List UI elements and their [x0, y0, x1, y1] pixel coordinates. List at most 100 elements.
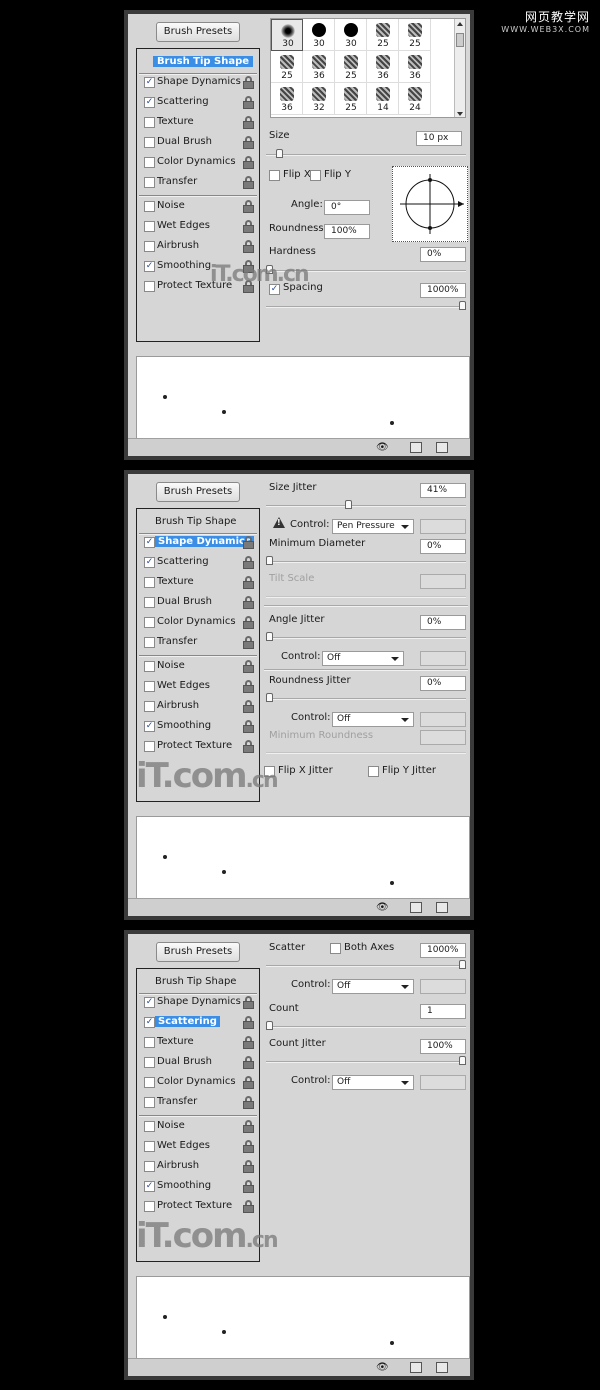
- option-checkbox[interactable]: [144, 241, 155, 252]
- flip-x-checkbox[interactable]: [269, 170, 280, 181]
- count-input[interactable]: 1: [420, 1004, 466, 1019]
- brush-tip-cell[interactable]: 36: [303, 51, 335, 83]
- spacing-slider-thumb[interactable]: [459, 301, 466, 310]
- option-checkbox[interactable]: ✓: [144, 77, 155, 88]
- lock-icon[interactable]: [243, 200, 254, 213]
- hardness-input[interactable]: 0%: [420, 247, 466, 262]
- brush-option-scattering[interactable]: ✓ Scattering: [137, 1013, 259, 1033]
- brush-option-smoothing[interactable]: ✓ Smoothing: [137, 1177, 259, 1197]
- option-checkbox[interactable]: [144, 577, 155, 588]
- option-checkbox[interactable]: ✓: [144, 721, 155, 732]
- lock-icon[interactable]: [243, 1180, 254, 1193]
- brush-option-brush-tip-shape[interactable]: Brush Tip Shape: [137, 973, 259, 993]
- lock-icon[interactable]: [243, 700, 254, 713]
- min-diameter-slider[interactable]: [266, 556, 466, 565]
- lock-icon[interactable]: [243, 596, 254, 609]
- lock-icon[interactable]: [243, 720, 254, 733]
- brush-tip-cell[interactable]: 30: [335, 19, 367, 51]
- scatter-slider[interactable]: [266, 960, 466, 969]
- flip-y-checkbox[interactable]: [310, 170, 321, 181]
- brush-option-color-dynamics[interactable]: Color Dynamics: [137, 153, 259, 173]
- option-checkbox[interactable]: ✓: [144, 97, 155, 108]
- option-checkbox[interactable]: ✓: [144, 1181, 155, 1192]
- lock-icon[interactable]: [243, 220, 254, 233]
- brush-option-airbrush[interactable]: Airbrush: [137, 1157, 259, 1177]
- lock-icon[interactable]: [243, 176, 254, 189]
- count-slider[interactable]: [266, 1021, 466, 1030]
- brush-option-shape-dynamics[interactable]: ✓ Shape Dynamics: [137, 533, 259, 553]
- brush-option-airbrush[interactable]: Airbrush: [137, 697, 259, 717]
- lock-icon[interactable]: [243, 1016, 254, 1029]
- brush-option-dual-brush[interactable]: Dual Brush: [137, 133, 259, 153]
- brush-tip-cell[interactable]: 25: [367, 19, 399, 51]
- lock-icon[interactable]: [243, 556, 254, 569]
- lock-icon[interactable]: [243, 1056, 254, 1069]
- lock-icon[interactable]: [243, 1120, 254, 1133]
- brush-option-texture[interactable]: Texture: [137, 113, 259, 133]
- roundness-control-select[interactable]: Off: [332, 712, 414, 727]
- brush-option-brush-tip-shape[interactable]: Brush Tip Shape: [137, 53, 259, 73]
- flip-y-jitter-checkbox[interactable]: [368, 766, 379, 777]
- lock-icon[interactable]: [243, 1076, 254, 1089]
- scatter-slider-thumb[interactable]: [459, 960, 466, 969]
- option-checkbox[interactable]: [144, 1141, 155, 1152]
- new-preset-icon[interactable]: [436, 442, 448, 453]
- angle-jitter-slider-thumb[interactable]: [266, 632, 273, 641]
- visibility-brush-icon[interactable]: 👁: [376, 442, 389, 453]
- count-jitter-slider[interactable]: [266, 1056, 466, 1065]
- lock-icon[interactable]: [243, 116, 254, 129]
- lock-icon[interactable]: [243, 616, 254, 629]
- angle-roundness-widget[interactable]: [392, 166, 468, 242]
- both-axes-checkbox[interactable]: [330, 943, 341, 954]
- brush-option-dual-brush[interactable]: Dual Brush: [137, 1053, 259, 1073]
- size-jitter-slider[interactable]: [266, 500, 466, 509]
- brush-option-transfer[interactable]: Transfer: [137, 173, 259, 193]
- brush-tip-cell[interactable]: 30: [303, 19, 335, 51]
- brush-option-noise[interactable]: Noise: [137, 197, 259, 217]
- brush-option-scattering[interactable]: ✓ Scattering: [137, 93, 259, 113]
- brush-option-shape-dynamics[interactable]: ✓ Shape Dynamics: [137, 73, 259, 93]
- grid-view-icon[interactable]: [410, 902, 422, 913]
- option-checkbox[interactable]: [144, 221, 155, 232]
- lock-icon[interactable]: [243, 1160, 254, 1173]
- min-diameter-input[interactable]: 0%: [420, 539, 466, 554]
- option-checkbox[interactable]: [144, 137, 155, 148]
- brush-option-transfer[interactable]: Transfer: [137, 633, 259, 653]
- option-checkbox[interactable]: [144, 701, 155, 712]
- lock-icon[interactable]: [243, 1200, 254, 1213]
- option-checkbox[interactable]: ✓: [144, 557, 155, 568]
- brush-tip-cell[interactable]: 14: [367, 83, 399, 115]
- option-checkbox[interactable]: [144, 1097, 155, 1108]
- roundness-input[interactable]: 100%: [324, 224, 370, 239]
- lock-icon[interactable]: [243, 576, 254, 589]
- option-checkbox[interactable]: [144, 117, 155, 128]
- brush-option-texture[interactable]: Texture: [137, 573, 259, 593]
- angle-control-select[interactable]: Off: [322, 651, 404, 666]
- option-checkbox[interactable]: [144, 597, 155, 608]
- option-checkbox[interactable]: [144, 637, 155, 648]
- angle-jitter-input[interactable]: 0%: [420, 615, 466, 630]
- brush-tip-cell[interactable]: 25: [335, 51, 367, 83]
- count-slider-thumb[interactable]: [266, 1021, 273, 1030]
- scroll-thumb[interactable]: [456, 33, 464, 47]
- option-checkbox[interactable]: [144, 681, 155, 692]
- option-checkbox[interactable]: [144, 1201, 155, 1212]
- min-diameter-slider-thumb[interactable]: [266, 556, 273, 565]
- option-checkbox[interactable]: [144, 1037, 155, 1048]
- brush-tip-cell[interactable]: 25: [335, 83, 367, 115]
- brush-tip-cell[interactable]: 36: [399, 51, 431, 83]
- option-checkbox[interactable]: [144, 157, 155, 168]
- lock-icon[interactable]: [243, 740, 254, 753]
- brush-option-color-dynamics[interactable]: Color Dynamics: [137, 1073, 259, 1093]
- grid-view-icon[interactable]: [410, 1362, 422, 1373]
- brush-option-wet-edges[interactable]: Wet Edges: [137, 677, 259, 697]
- brush-tip-cell[interactable]: 30: [271, 19, 303, 51]
- brush-tip-cell[interactable]: 36: [367, 51, 399, 83]
- spacing-input[interactable]: 1000%: [420, 283, 466, 298]
- option-checkbox[interactable]: ✓: [144, 261, 155, 272]
- lock-icon[interactable]: [243, 996, 254, 1009]
- visibility-brush-icon[interactable]: 👁: [376, 902, 389, 913]
- option-checkbox[interactable]: ✓: [144, 997, 155, 1008]
- count-jitter-slider-thumb[interactable]: [459, 1056, 466, 1065]
- scatter-input[interactable]: 1000%: [420, 943, 466, 958]
